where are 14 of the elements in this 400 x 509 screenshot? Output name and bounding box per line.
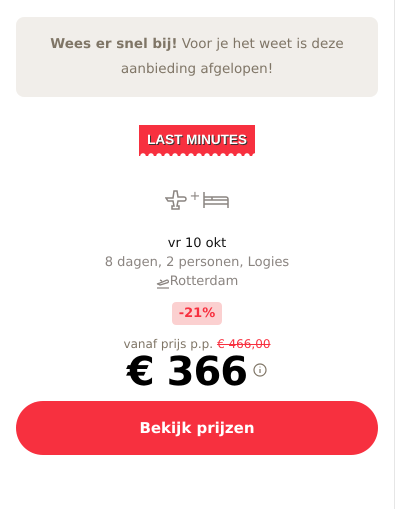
departure-city: Rotterdam <box>170 274 238 289</box>
trip-details: 8 dagen, 2 personen, Logies <box>104 255 290 270</box>
price: € 366 <box>126 349 248 395</box>
old-price: € 466,00 <box>217 337 271 351</box>
bed-icon <box>203 191 230 209</box>
notice-message: Wees er snel bij! Voor je het weet is deze aanbieding afgelopen! <box>16 17 378 97</box>
discount-badge: -21% <box>172 302 222 325</box>
last-minutes-badge: LAST MINUTES <box>139 125 255 156</box>
travel-date: vr 10 okt <box>168 236 226 251</box>
plus-sign: + <box>190 188 200 204</box>
price-label: vanaf prijs p.p. <box>123 337 214 351</box>
airplane-icon <box>164 190 187 210</box>
info-icon[interactable] <box>253 363 268 377</box>
view-prices-button[interactable]: Bekijk prijzen <box>16 401 378 455</box>
